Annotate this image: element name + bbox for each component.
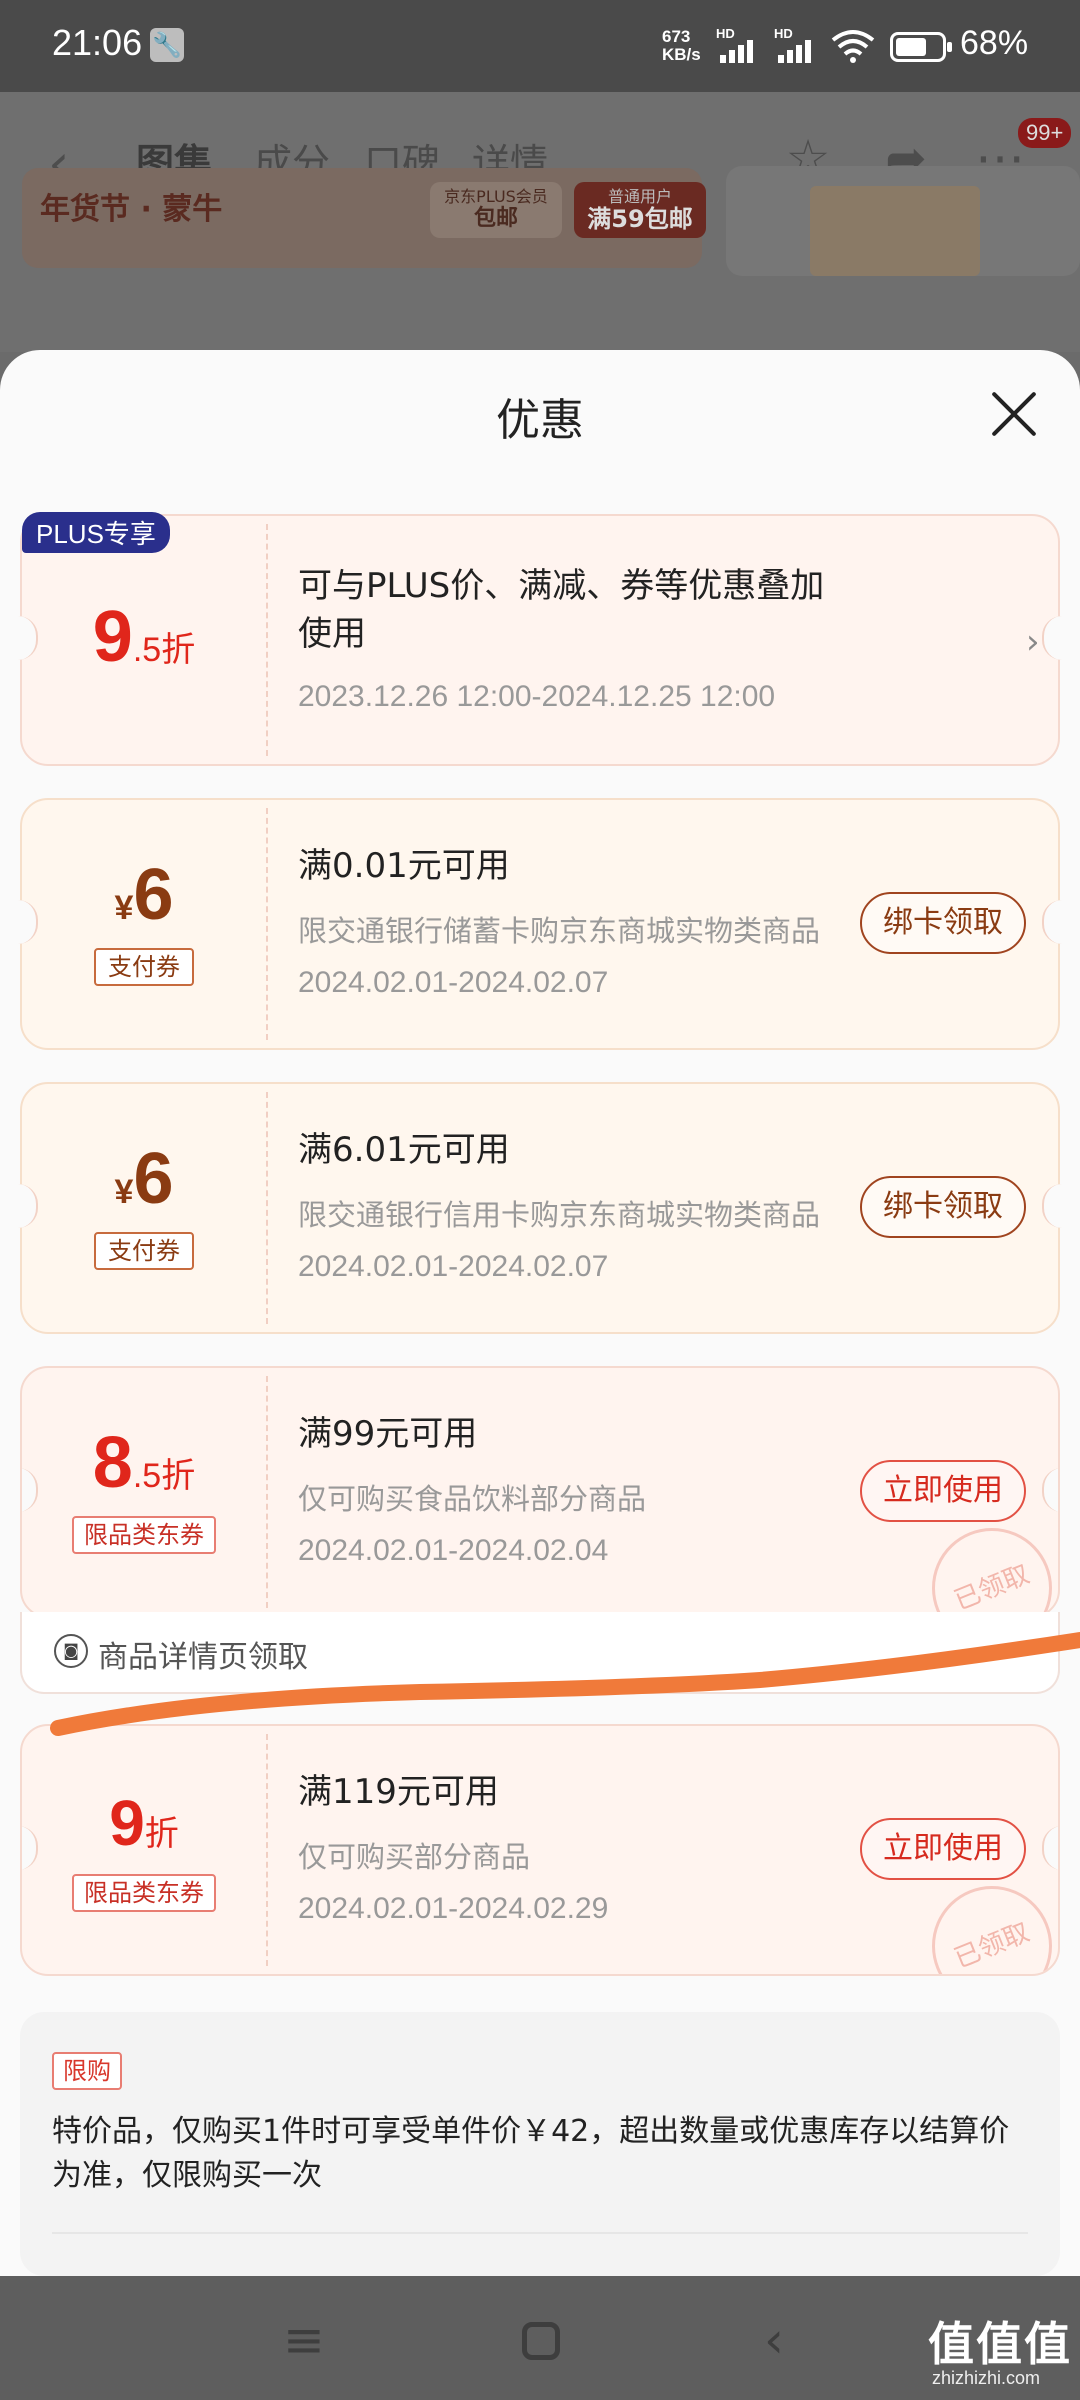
claimed-stamp: 已领取 [913,1867,1058,1974]
wrench-icon: 🔧 [150,28,184,62]
limit-text: 特价品，仅购买1件时可享受单件价￥42，超出数量或优惠库存以结算价为准，仅限购买… [52,2114,1010,2193]
coupon-amount: ¥6 [114,855,174,935]
coupon-discount: 8.5折 [92,1423,196,1503]
limit-tag: 限购 [52,2052,122,2090]
banner-brand: 年货节 · 蒙牛 [40,192,223,227]
coupon-category-food[interactable]: 8.5折 限品类东券 满99元可用 仅可购买食品饮料部分商品 2024.02.0… [20,1366,1060,1618]
coupon-threshold: 满119元可用 [298,1772,499,1812]
wifi-icon [831,30,875,63]
ticket-icon: ◙ [54,1634,88,1668]
coupon-payment-debit[interactable]: ¥6 支付券 满0.01元可用 限交通银行储蓄卡购京东商城实物类商品 2024.… [18,798,1062,1050]
status-time: 21:06 [52,22,143,63]
coupon-dates: 2024.02.01-2024.02.29 [298,1892,609,1925]
coupon-type-tag: 支付券 [94,1232,194,1270]
watermark-logo: 值值值 [928,2317,1072,2371]
coupon-restriction: 仅可购买食品饮料部分商品 [298,1482,647,1516]
system-nav-bar: ≡ ‹ [0,2276,1080,2400]
coupon-plus[interactable]: PLUS专享 9.5折 可与PLUS价、满减、券等优惠叠加 使用 2023.12… [18,512,1062,766]
coupon-restriction: 限交通银行储蓄卡购京东商城实物类商品 [298,914,821,948]
coupon-restriction: 限交通银行信用卡购京东商城实物类商品 [298,1198,821,1232]
message-badge: 99+ [1018,118,1072,148]
use-now-button[interactable]: 立即使用 [860,1818,1026,1880]
coupon-source-row: ◙ 商品详情页领取 [20,1612,1060,1694]
side-product-card[interactable] [726,166,1080,276]
coupon-threshold: 满6.01元可用 [298,1130,510,1170]
coupon-amount: ¥6 [114,1139,174,1219]
coupon-discount: 9折 [109,1787,179,1859]
coupon-type-tag: 限品类东券 [72,1516,216,1554]
home-icon[interactable] [522,2322,560,2360]
battery-fill [896,38,926,56]
banner-normal-shipping: 普通用户 满59包邮 [574,182,706,238]
chevron-right-icon[interactable]: › [1026,622,1040,662]
banner-plus-shipping: 京东PLUS会员 包邮 [430,182,562,238]
plus-exclusive-badge: PLUS专享 [22,512,170,553]
coupon-dates: 2024.02.01-2024.02.07 [298,966,609,999]
coupon-dates: 2024.02.01-2024.02.04 [298,1534,609,1567]
coupon-dates: 2024.02.01-2024.02.07 [298,1250,609,1283]
coupon-type-tag: 支付券 [94,948,194,986]
divider [52,2232,1028,2234]
bind-card-claim-button[interactable]: 绑卡领取 [860,1176,1026,1238]
status-bar: 21:06 🔧 673 KB/s HD HD 68% [0,0,1080,92]
battery-percent: 68% [960,24,1029,62]
coupon-description: 可与PLUS价、满减、券等优惠叠加 使用 [298,566,825,654]
signal-icon: HD [716,26,766,64]
battery-icon [890,32,952,62]
promo-banner[interactable]: 年货节 · 蒙牛 京东PLUS会员 包邮 普通用户 满59包邮 [22,168,706,268]
coupon-dates: 2023.12.26 12:00-2024.12.25 12:00 [298,680,776,713]
coupon-payment-credit[interactable]: ¥6 支付券 满6.01元可用 限交通银行信用卡购京东商城实物类商品 2024.… [18,1082,1062,1334]
use-now-button[interactable]: 立即使用 [860,1460,1026,1522]
coupon-category-general[interactable]: 9折 限品类东券 满119元可用 仅可购买部分商品 2024.02.01-202… [20,1724,1060,1976]
sheet-title: 优惠 [496,395,584,446]
coupon-threshold: 满0.01元可用 [298,846,510,886]
purchase-limit-notice: 限购 特价品，仅购买1件时可享受单件价￥42，超出数量或优惠库存以结算价为准，仅… [20,2012,1060,2276]
product-box-image [810,186,980,276]
bind-card-claim-button[interactable]: 绑卡领取 [860,892,1026,954]
coupon-type-tag: 限品类东券 [72,1874,216,1912]
coupon-discount: 9.5折 [92,597,196,677]
network-speed: 673 KB/s [662,27,701,64]
coupon-threshold: 满99元可用 [298,1414,478,1454]
menu-icon[interactable]: ≡ [274,2310,334,2370]
back-nav-icon[interactable]: ‹ [744,2310,804,2370]
watermark-url: zhizhizhi.com [932,2368,1041,2388]
coupon-restriction: 仅可购买部分商品 [298,1840,531,1874]
coupon-source-label: 商品详情页领取 [98,1640,308,1675]
signal-icon-2: HD [774,26,824,64]
claimed-stamp: 已领取 [913,1509,1058,1616]
close-button[interactable] [986,386,1042,442]
